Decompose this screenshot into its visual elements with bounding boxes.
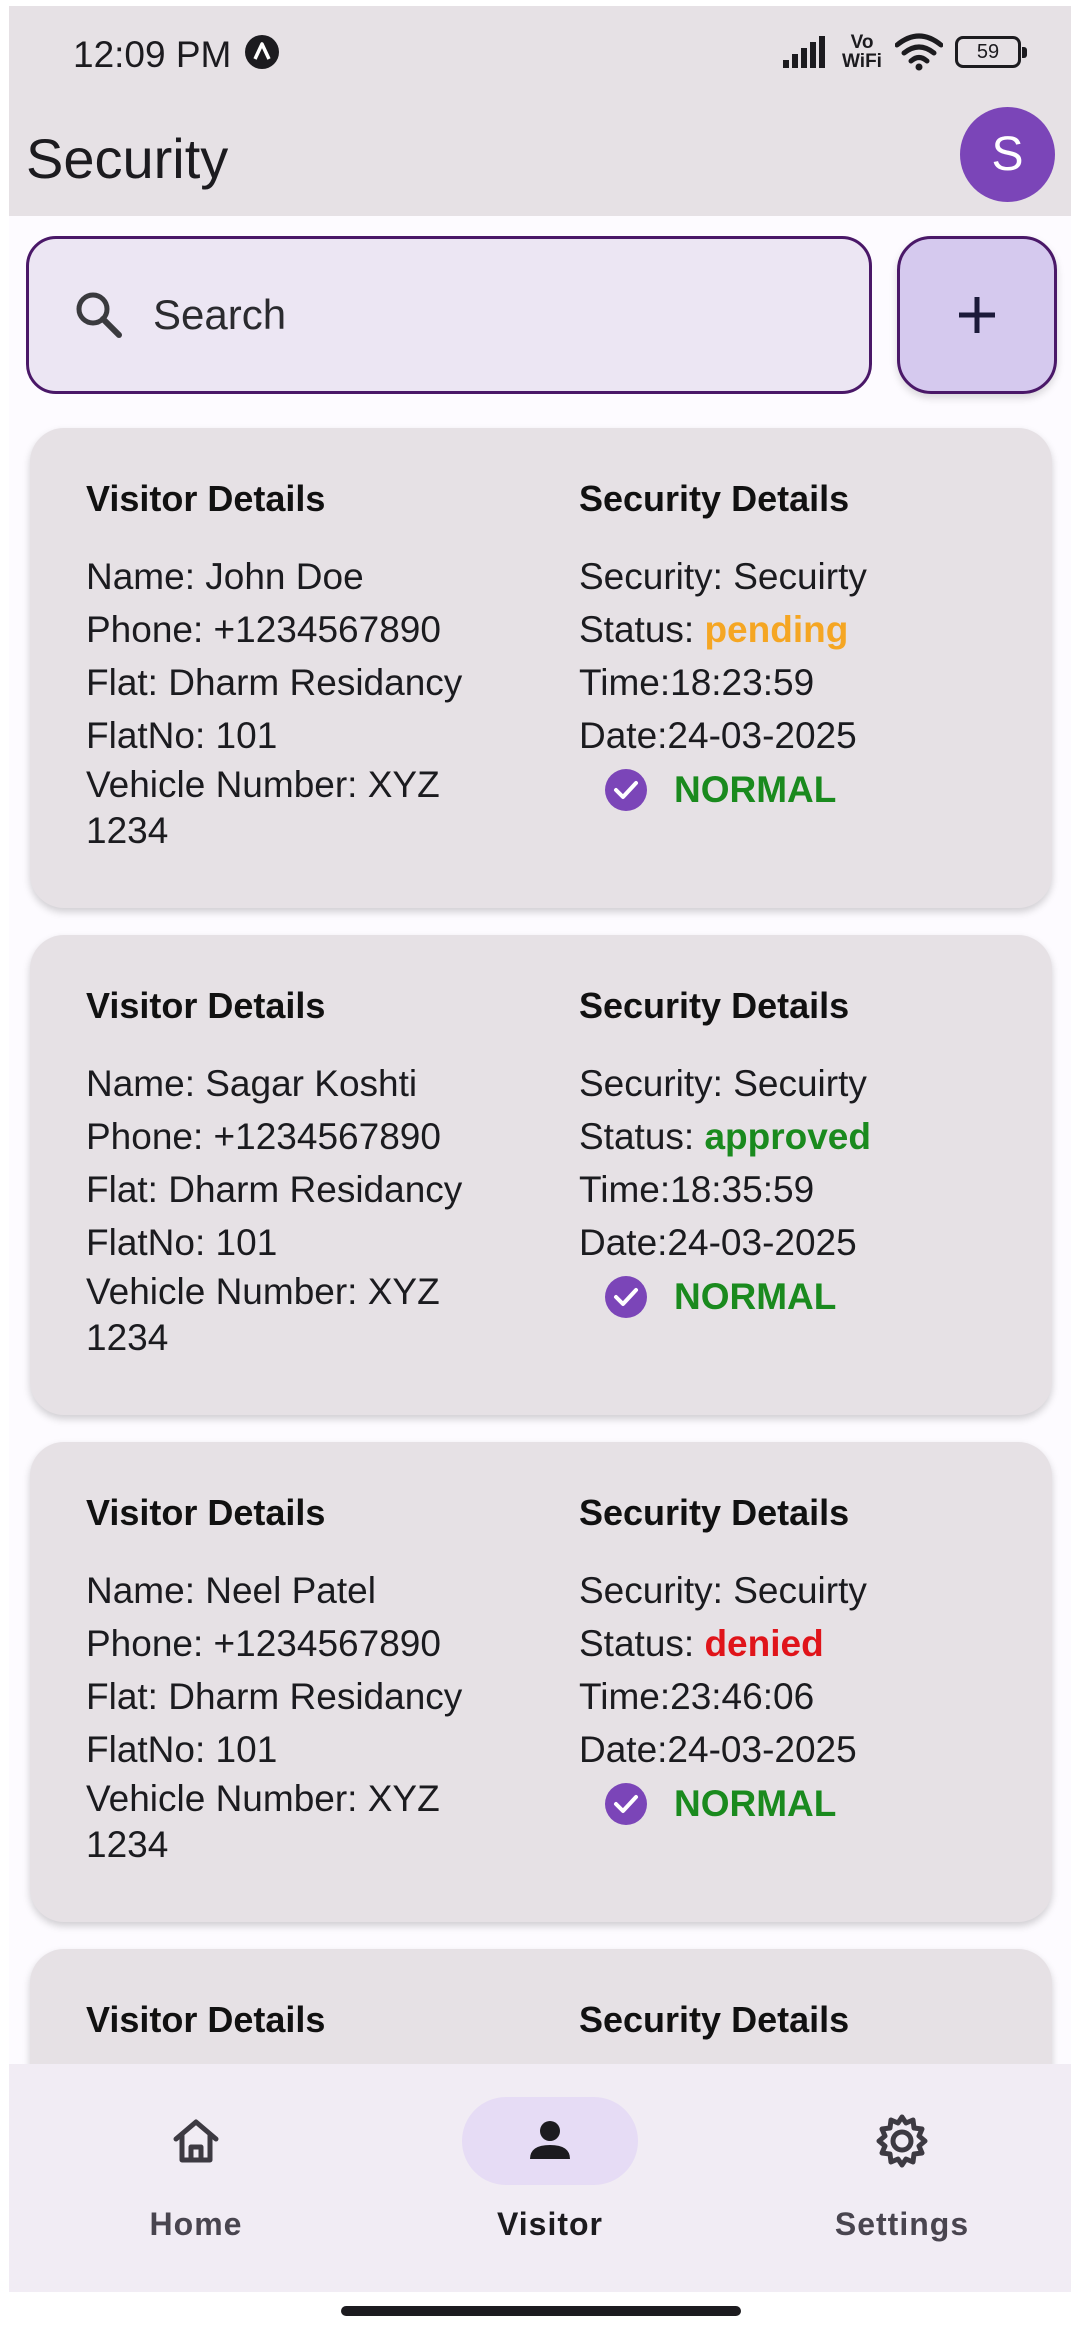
- check-circle-icon: [605, 1783, 647, 1825]
- nav-item-settings[interactable]: Settings: [752, 2064, 1052, 2292]
- visit-time: Time:18:23:59: [579, 662, 815, 703]
- nav-item-home[interactable]: Home: [46, 2064, 346, 2292]
- phone-screen: 12:09 PM Vo WiFi 59 Security S Search Vi…: [9, 6, 1071, 2292]
- search-icon: [76, 292, 122, 338]
- visitor-phone: Phone: +1234567890: [86, 609, 441, 650]
- visit-type: NORMAL: [604, 768, 1019, 812]
- search-input[interactable]: Search: [26, 236, 872, 394]
- app-bar: Security S: [9, 98, 1071, 216]
- visitor-details-heading: Visitor Details: [86, 478, 326, 519]
- security-details-heading: Security Details: [579, 478, 850, 519]
- security-details-heading: Security Details: [579, 1999, 850, 2040]
- check-circle-icon: [605, 769, 647, 811]
- visit-type: NORMAL: [604, 1782, 1019, 1826]
- visitor-details-heading: Visitor Details: [86, 1492, 326, 1533]
- security-details: Security Details Security: Secuirty Stat…: [579, 985, 1019, 1319]
- visitor-details-heading: Visitor Details: [86, 985, 326, 1026]
- visit-time: Time:18:35:59: [579, 1169, 815, 1210]
- visitor-vehicle: Vehicle Number: XYZ 1234: [86, 1778, 440, 1865]
- visitor-flat-no: FlatNo: 101: [86, 1222, 278, 1263]
- visit-time: Time:23:46:06: [579, 1676, 815, 1717]
- status-badge: approved: [704, 1116, 871, 1157]
- visit-type: NORMAL: [604, 1275, 1019, 1319]
- security-details: Security Details: [579, 1999, 1019, 2071]
- bottom-navigation: Home Visitor Settings: [9, 2064, 1071, 2292]
- visitor-details: Visitor Details: [86, 1999, 526, 2071]
- visitor-flat: Flat: Dharm Residancy: [86, 1676, 463, 1717]
- visitor-flat-no: FlatNo: 101: [86, 1729, 278, 1770]
- security-name: Security: Secuirty: [579, 1570, 867, 1611]
- vowifi-indicator: Vo WiFi: [842, 32, 882, 72]
- visit-status: Status: approved: [579, 1116, 871, 1157]
- status-time: 12:09 PM: [73, 34, 232, 75]
- status-badge: denied: [704, 1623, 824, 1664]
- visitor-phone: Phone: +1234567890: [86, 1116, 441, 1157]
- security-name: Security: Secuirty: [579, 556, 867, 597]
- battery-icon: 59: [955, 36, 1027, 68]
- security-details: Security Details Security: Secuirty Stat…: [579, 1492, 1019, 1826]
- add-visitor-button[interactable]: [897, 236, 1057, 394]
- visitor-card[interactable]: Visitor Details Name: John Doe Phone: +1…: [30, 428, 1052, 908]
- visitor-details: Visitor Details Name: Neel Patel Phone: …: [86, 1492, 526, 1868]
- page-title: Security: [26, 127, 229, 190]
- visitor-name: Name: Neel Patel: [86, 1570, 376, 1611]
- check-circle-icon: [605, 1276, 647, 1318]
- visit-date: Date:24-03-2025: [579, 1729, 857, 1770]
- visit-status: Status: denied: [579, 1623, 824, 1664]
- plus-icon: [959, 297, 995, 333]
- security-name: Security: Secuirty: [579, 1063, 867, 1104]
- status-indicators: Vo WiFi 59: [783, 30, 1027, 74]
- person-icon: [530, 2121, 570, 2159]
- status-badge: pending: [704, 609, 849, 650]
- visitor-name: Name: Sagar Koshti: [86, 1063, 418, 1104]
- visitor-card[interactable]: Visitor Details Name: Sagar Koshti Phone…: [30, 935, 1052, 1415]
- visitor-vehicle: Vehicle Number: XYZ 1234: [86, 1271, 440, 1358]
- gesture-navigation-bar[interactable]: [341, 2306, 741, 2316]
- visitor-flat: Flat: Dharm Residancy: [86, 1169, 463, 1210]
- security-details-heading: Security Details: [579, 1492, 850, 1533]
- nav-label-visitor: Visitor: [497, 2206, 603, 2242]
- home-icon: [173, 2119, 219, 2163]
- search-placeholder: Search: [153, 291, 287, 338]
- visitor-flat-no: FlatNo: 101: [86, 715, 278, 756]
- nav-label-home: Home: [149, 2206, 243, 2242]
- wifi-icon: [895, 33, 943, 71]
- visit-date: Date:24-03-2025: [579, 715, 857, 756]
- security-details: Security Details Security: Secuirty Stat…: [579, 478, 1019, 812]
- visitor-name: Name: John Doe: [86, 556, 364, 597]
- visitor-vehicle: Vehicle Number: XYZ 1234: [86, 764, 440, 851]
- visitor-details-heading: Visitor Details: [86, 1999, 326, 2040]
- visitor-details: Visitor Details Name: John Doe Phone: +1…: [86, 478, 526, 854]
- security-details-heading: Security Details: [579, 985, 850, 1026]
- visitor-flat: Flat: Dharm Residancy: [86, 662, 463, 703]
- signal-icon: [783, 36, 825, 68]
- app-notification-icon: [245, 35, 279, 69]
- visitor-phone: Phone: +1234567890: [86, 1623, 441, 1664]
- visitor-card[interactable]: Visitor Details Name: Neel Patel Phone: …: [30, 1442, 1052, 1922]
- status-bar: 12:09 PM Vo WiFi 59: [9, 6, 1071, 98]
- avatar[interactable]: S: [960, 107, 1055, 202]
- nav-label-settings: Settings: [834, 2206, 970, 2242]
- visit-status: Status: pending: [579, 609, 849, 650]
- nav-item-visitor[interactable]: Visitor: [400, 2064, 700, 2292]
- visit-date: Date:24-03-2025: [579, 1222, 857, 1263]
- gear-icon: [876, 2114, 928, 2168]
- visitor-details: Visitor Details Name: Sagar Koshti Phone…: [86, 985, 526, 1361]
